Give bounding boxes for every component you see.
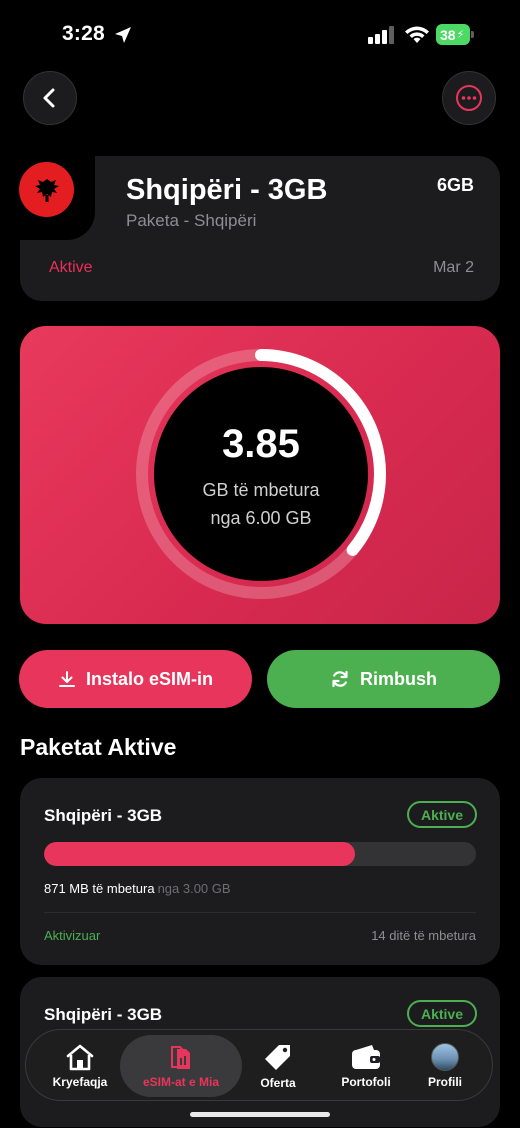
recharge-button[interactable]: Rimbush bbox=[267, 650, 500, 708]
package-name: Shqipëri - 3GB bbox=[44, 1005, 163, 1024]
data-remaining-gauge bbox=[136, 349, 386, 599]
tab-wallet[interactable]: Portofoli bbox=[326, 1030, 406, 1102]
sim-card-icon bbox=[171, 1046, 190, 1069]
package-activated-status: Aktivizuar bbox=[44, 928, 101, 943]
home-indicator bbox=[190, 1112, 330, 1117]
status-time: 3:28 bbox=[62, 22, 105, 45]
package-name: Shqipëri - 3GB bbox=[44, 806, 163, 825]
avatar bbox=[431, 1043, 459, 1071]
bottom-tab-bar: Kryefaqja eSIM-at e Mia Oferta Portofoli… bbox=[25, 1029, 493, 1101]
battery-level: 38 bbox=[440, 26, 456, 43]
tab-offers-label: Oferta bbox=[260, 1076, 296, 1090]
data-total-label: nga 6.00 GB bbox=[210, 508, 312, 528]
tab-home-label: Kryefaqja bbox=[52, 1075, 108, 1089]
tag-icon bbox=[265, 1045, 290, 1070]
data-remaining-label: GB të mbetura bbox=[202, 480, 320, 500]
tab-my-esims-label: eSIM-at e Mia bbox=[142, 1075, 220, 1089]
package-days-left: 14 ditë të mbetura bbox=[371, 928, 476, 943]
tab-offers[interactable]: Oferta bbox=[246, 1030, 310, 1102]
plan-date: Mar 2 bbox=[433, 259, 474, 276]
plan-size: 6GB bbox=[436, 175, 474, 195]
recharge-label: Rimbush bbox=[359, 668, 437, 689]
install-esim-button[interactable]: Instalo eSIM-in bbox=[19, 650, 252, 708]
package-status-badge: Aktive bbox=[407, 1000, 477, 1027]
package-remaining: 871 MB të mbetura nga 3.00 GB bbox=[44, 881, 231, 896]
tab-profile[interactable]: Profili bbox=[414, 1030, 476, 1102]
package-usage-bar-fill bbox=[44, 842, 356, 866]
download-icon bbox=[58, 671, 75, 687]
more-options-button[interactable] bbox=[442, 71, 496, 125]
tab-my-esims[interactable]: eSIM-at e Mia bbox=[120, 1035, 242, 1097]
active-packages-heading: Paketat Aktive bbox=[20, 734, 177, 760]
plan-subtitle: Paketa - Shqipëri bbox=[126, 211, 257, 230]
tab-home[interactable]: Kryefaqja bbox=[44, 1030, 116, 1102]
cellular-signal-icon bbox=[368, 26, 394, 44]
package-usage-bar bbox=[44, 842, 476, 866]
location-arrow-icon bbox=[115, 27, 131, 43]
more-horizontal-icon bbox=[456, 85, 482, 111]
back-button[interactable] bbox=[23, 71, 77, 125]
install-esim-label: Instalo eSIM-in bbox=[85, 668, 213, 689]
data-remaining-value: 3.85 bbox=[222, 422, 300, 466]
chevron-left-icon bbox=[43, 88, 55, 108]
tab-wallet-label: Portofoli bbox=[341, 1075, 391, 1089]
plan-status: Aktive bbox=[49, 259, 93, 276]
home-icon bbox=[66, 1044, 94, 1071]
wifi-icon bbox=[405, 26, 429, 43]
package-total: nga 3.00 GB bbox=[157, 881, 231, 896]
package-status-badge: Aktive bbox=[407, 801, 477, 828]
package-card[interactable]: Shqipëri - 3GB Aktive 871 MB të mbetura n… bbox=[20, 778, 500, 965]
plan-title: Shqipëri - 3GB bbox=[126, 174, 328, 206]
tab-profile-label: Profili bbox=[427, 1075, 462, 1089]
status-bar: 3:28 38 ⚡ bbox=[0, 0, 520, 70]
package-remaining-value: 871 MB të mbetura bbox=[44, 881, 155, 896]
refresh-icon bbox=[332, 670, 348, 688]
battery-indicator: 38 ⚡ bbox=[436, 24, 474, 45]
divider bbox=[44, 912, 476, 913]
albania-flag-icon bbox=[19, 162, 74, 217]
wallet-icon bbox=[352, 1045, 380, 1069]
